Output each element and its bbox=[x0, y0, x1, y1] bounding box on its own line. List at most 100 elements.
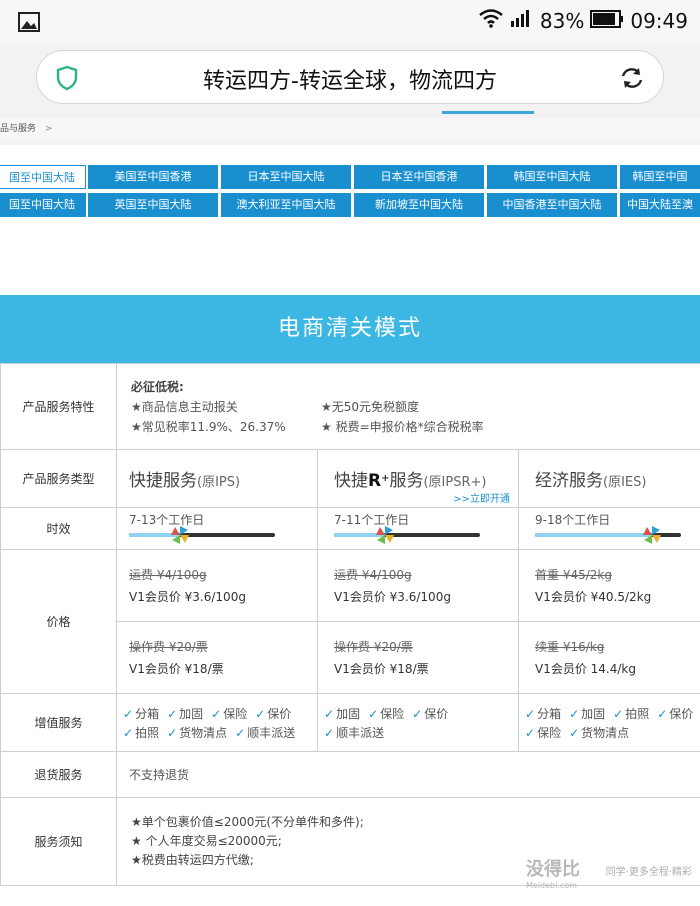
chevron-right-icon: > bbox=[44, 124, 53, 134]
service-option: ✓ 分箱 bbox=[525, 706, 562, 721]
member-price: V1会员价 ¥18/票 bbox=[129, 661, 224, 676]
tab-route[interactable]: 韩国至中国大陆 bbox=[487, 165, 617, 189]
feature-item: ★无50元免税额度 bbox=[321, 400, 420, 414]
service-name: 快捷 bbox=[334, 471, 368, 491]
member-price: V1会员价 ¥3.6/100g bbox=[334, 589, 451, 604]
watermark-logo: 没得比 Meidebi.com bbox=[526, 855, 580, 890]
service-option: ✓ 加固 bbox=[167, 706, 204, 721]
service-option: ✓ 货物清点 bbox=[167, 725, 228, 740]
service-option: ✓ 货物清点 bbox=[569, 725, 630, 740]
features-cell: 必征低税: ★商品信息主动报关 ★无50元免税额度 ★常见税率11.9%、26.… bbox=[115, 363, 700, 450]
timeliness-value: 9-18个工作日 bbox=[535, 512, 611, 527]
page-title: 转运四方-转运全球，物流四方 bbox=[203, 69, 497, 94]
page-content: 国至中国大陆 美国至中国香港 日本至中国大陆 日本至中国香港 韩国至中国大陆 韩… bbox=[0, 145, 700, 906]
row-label: 服务须知 bbox=[0, 797, 117, 886]
breadcrumb-item[interactable]: 品与服务 bbox=[0, 124, 36, 134]
clock: 09:49 bbox=[630, 8, 688, 33]
service-option: ✓ 加固 bbox=[324, 706, 361, 721]
image-notification-icon bbox=[18, 12, 40, 36]
original-price: 操作费 ¥20/票 bbox=[129, 639, 208, 654]
check-icon: ✓ bbox=[613, 706, 624, 721]
tab-route[interactable]: 英国至中国大陆 bbox=[88, 193, 218, 217]
timeliness-fill bbox=[535, 532, 652, 537]
table-row: 增值服务 ✓ 分箱 ✓ 加固 ✓ 保险 ✓ 保价 ✓ 拍照 ✓ 货物清点 ✓ 顺丰派送 ✓ 加固 ✓ 保险 ✓ 保价… bbox=[0, 693, 700, 752]
original-price: 首重 ¥45/2kg bbox=[535, 567, 612, 582]
features-heading: 必征低税: bbox=[131, 380, 184, 394]
tab-route[interactable]: 国至中国大陆 bbox=[0, 165, 86, 189]
service-option: ✓ 保价 bbox=[255, 706, 292, 721]
timeliness-bar bbox=[334, 525, 480, 544]
timeliness-cell: 7-13个工作日 bbox=[116, 507, 318, 550]
price-cell: 运费 ¥4/100g V1会员价 ¥3.6/100g bbox=[317, 549, 519, 622]
tab-route[interactable]: 日本至中国香港 bbox=[354, 165, 484, 189]
check-icon: ✓ bbox=[211, 706, 222, 721]
row-label: 时效 bbox=[0, 507, 117, 550]
service-orig: (原IPSR+) bbox=[423, 475, 487, 490]
service-name-r: R bbox=[368, 471, 382, 491]
service-name: 经济服务 bbox=[535, 471, 603, 491]
breadcrumb: 品与服务 > bbox=[0, 118, 700, 140]
reload-icon[interactable] bbox=[619, 65, 645, 95]
watermark-brand: 没得比 bbox=[526, 859, 580, 880]
service-option: ✓ 顺丰派送 bbox=[235, 725, 296, 740]
tab-route[interactable]: 美国至中国香港 bbox=[88, 165, 218, 189]
service-orig: (原IES) bbox=[603, 475, 647, 490]
original-price: 续重 ¥16/kg bbox=[535, 639, 605, 654]
pinwheel-icon bbox=[642, 525, 662, 548]
table-row: 产品服务类型 快捷服务(原IPS) 快捷R+服务(原IPSR+) >>立即开通 … bbox=[0, 449, 700, 508]
check-icon: ✓ bbox=[324, 706, 335, 721]
tab-route[interactable]: 国至中国大陆 bbox=[0, 193, 86, 217]
service-option: ✓ 保价 bbox=[412, 706, 449, 721]
feature-item: ★常见税率11.9%、26.37% bbox=[131, 420, 286, 434]
timeliness-bar bbox=[535, 525, 681, 544]
original-price: 运费 ¥4/100g bbox=[129, 567, 207, 582]
tab-route[interactable]: 新加坡至中国大陆 bbox=[354, 193, 484, 217]
row-label: 产品服务特性 bbox=[0, 363, 117, 450]
timeliness-value: 7-11个工作日 bbox=[334, 512, 410, 527]
row-label: 价格 bbox=[0, 549, 117, 694]
service-type-cell: 快捷R+服务(原IPSR+) >>立即开通 bbox=[317, 449, 519, 508]
check-icon: ✓ bbox=[569, 706, 580, 721]
member-price: V1会员价 14.4/kg bbox=[535, 661, 636, 676]
row-label: 产品服务类型 bbox=[0, 449, 117, 508]
table-row: 退货服务 不支持退货 bbox=[0, 751, 700, 798]
tab-route[interactable]: 中国香港至中国大陆 bbox=[487, 193, 617, 217]
service-name: 服务 bbox=[389, 471, 424, 491]
tab-route[interactable]: 日本至中国大陆 bbox=[221, 165, 351, 189]
pinwheel-icon bbox=[375, 525, 395, 548]
signal-icon bbox=[510, 8, 534, 33]
original-price: 操作费 ¥20/票 bbox=[334, 639, 413, 654]
original-price: 运费 ¥4/100g bbox=[334, 567, 412, 582]
price-cell: 续重 ¥16/kg V1会员价 14.4/kg bbox=[517, 621, 700, 694]
check-icon: ✓ bbox=[167, 725, 178, 740]
timeliness-cell: 9-18个工作日 bbox=[517, 507, 700, 550]
service-table: 产品服务特性 必征低税: ★商品信息主动报关 ★无50元免税额度 ★常见税率11… bbox=[0, 363, 700, 886]
section-banner: 电商清关模式 bbox=[0, 295, 700, 363]
timeliness-cell: 7-11个工作日 bbox=[317, 507, 519, 550]
check-icon: ✓ bbox=[123, 706, 134, 721]
battery-percent: 83% bbox=[539, 8, 585, 33]
feature-item: ★ 税费=申报价格*综合税税率 bbox=[321, 420, 484, 434]
check-icon: ✓ bbox=[569, 725, 580, 740]
table-row: 产品服务特性 必征低税: ★商品信息主动报关 ★无50元免税额度 ★常见税率11… bbox=[0, 363, 700, 450]
wifi-icon bbox=[478, 8, 504, 33]
open-now-link[interactable]: >>立即开通 bbox=[453, 490, 510, 505]
check-icon: ✓ bbox=[123, 725, 134, 740]
check-icon: ✓ bbox=[525, 706, 536, 721]
service-option: ✓ 顺丰派送 bbox=[324, 725, 385, 740]
price-cell: 操作费 ¥20/票 V1会员价 ¥18/票 bbox=[317, 621, 519, 694]
service-option: ✓ 保险 bbox=[211, 706, 248, 721]
tab-route[interactable]: 中国大陆至澳 bbox=[620, 193, 700, 217]
url-bar[interactable]: 转运四方-转运全球，物流四方 bbox=[36, 50, 664, 104]
price-cell: 运费 ¥4/100g V1会员价 ¥3.6/100g bbox=[116, 549, 318, 622]
notice-item: ★税费由转运四方代缴; bbox=[131, 853, 254, 867]
service-option: ✓ 拍照 bbox=[613, 706, 650, 721]
member-price: V1会员价 ¥18/票 bbox=[334, 661, 429, 676]
timeliness-value: 7-13个工作日 bbox=[129, 512, 205, 527]
service-option: ✓ 加固 bbox=[569, 706, 606, 721]
service-type-cell: 快捷服务(原IPS) bbox=[116, 449, 318, 508]
value-added-cell: ✓ 分箱 ✓ 加固 ✓ 保险 ✓ 保价 ✓ 拍照 ✓ 货物清点 ✓ 顺丰派送 bbox=[116, 693, 318, 752]
tab-route[interactable]: 澳大利亚至中国大陆 bbox=[221, 193, 351, 217]
battery-icon bbox=[590, 9, 624, 33]
tab-route[interactable]: 韩国至中国 bbox=[620, 165, 700, 189]
